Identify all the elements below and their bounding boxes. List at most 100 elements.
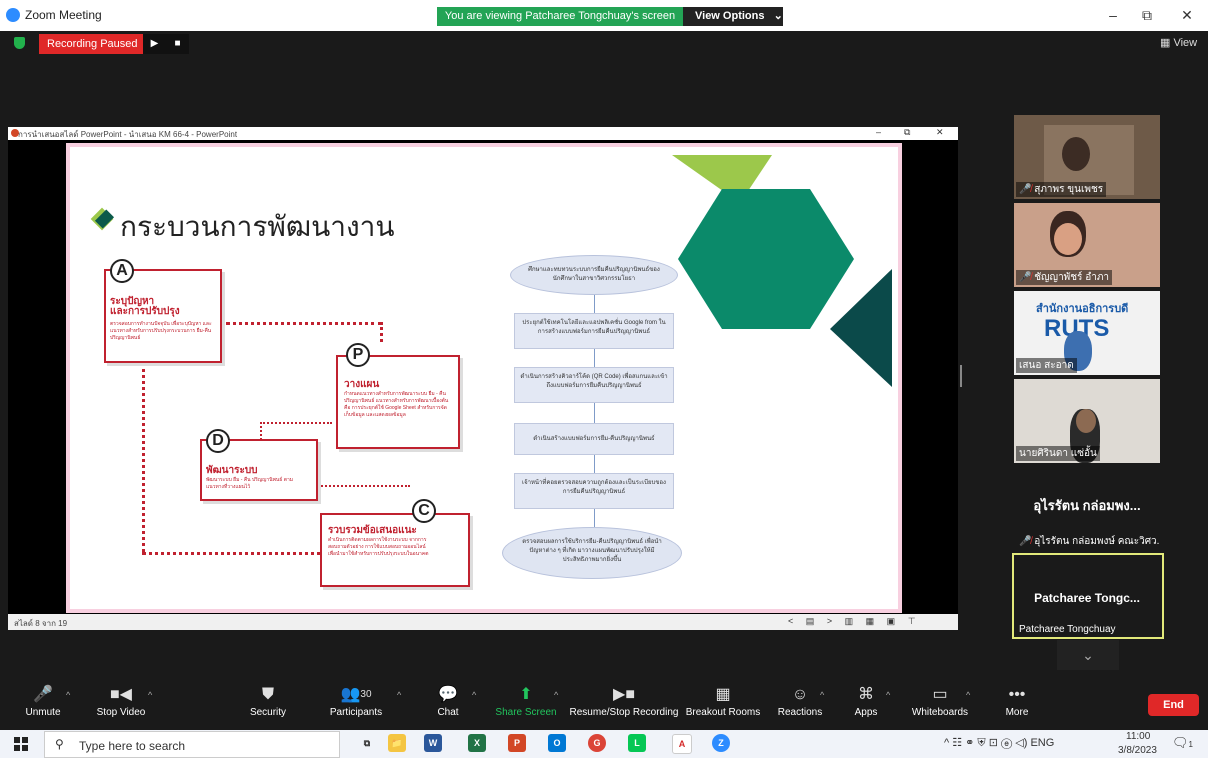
apps-icon: ⌘ [858, 686, 874, 703]
stop-video-button[interactable]: ■◀ Stop Video [90, 683, 152, 723]
resume-stop-recording-button[interactable]: ▶■ Resume/Stop Recording [568, 683, 680, 723]
step-head: ระบุปัญหา และการปรับปรุง [110, 296, 180, 317]
person-face [1054, 223, 1082, 255]
sorter-view-icon[interactable]: ▦ [866, 616, 875, 626]
active-speaker-tile[interactable]: Patcharee Tongc... Patcharee Tongchuay [1012, 553, 1164, 639]
view-options-button[interactable]: View Options ⌄ [683, 7, 783, 26]
recording-controls-icon: ▶■ [613, 686, 635, 703]
participant-count: 30 [360, 689, 372, 700]
participant-name: สุภาพร ขุนเพชร [1034, 184, 1104, 195]
step-body: กำหนดแนวทางสำหรับการพัฒนาระบบ ยืม - คืน … [344, 391, 449, 418]
participant-tile[interactable]: สำนักงานอธิการบดี RUTS เสนอ สะอาด [1014, 291, 1160, 375]
windows-start-icon[interactable] [14, 737, 28, 751]
stop-recording-button[interactable]: ■ [166, 34, 189, 54]
flow-arrow [594, 455, 595, 473]
powerpoint-taskbar-icon[interactable]: P [508, 734, 526, 752]
participant-tile[interactable]: 🎤̸ ชัญญาพัชร์ อำภา [1014, 203, 1160, 287]
reactions-caret-icon[interactable]: ^ [820, 690, 824, 700]
end-meeting-button[interactable]: End [1148, 694, 1199, 716]
close-button[interactable]: ✕ [1177, 6, 1197, 24]
participant-tile[interactable]: 🎤̸ สุภาพร ขุนเพชร [1014, 115, 1160, 199]
window-titlebar: Zoom Meeting You are viewing Patcharee T… [0, 0, 1208, 31]
participants-label: Participants [329, 707, 383, 718]
step-head: วางแผน [344, 379, 380, 390]
chat-caret-icon[interactable]: ^ [472, 690, 476, 700]
breakout-rooms-button[interactable]: ▦ Breakout Rooms [684, 683, 762, 723]
participants-caret-icon[interactable]: ^ [397, 690, 401, 700]
acrobat-icon[interactable]: A [672, 734, 692, 754]
unmute-button[interactable]: 🎤 Unmute [14, 683, 72, 723]
line-icon[interactable]: L [628, 734, 646, 752]
share-banner: You are viewing Patcharee Tongchuay's sc… [437, 7, 683, 26]
letter-d-icon: D [206, 429, 230, 453]
share-caret-icon[interactable]: ^ [554, 690, 558, 700]
resume-recording-button[interactable]: ▶ [143, 34, 166, 54]
window-title: Zoom Meeting [25, 8, 102, 22]
reactions-icon: ☺ [791, 686, 809, 703]
more-participants-chevron-icon[interactable]: ⌄ [1057, 640, 1119, 670]
whiteboards-label: Whiteboards [911, 707, 969, 718]
slide-menu-icon[interactable]: ▤ [806, 616, 815, 626]
ppt-close-button[interactable]: ✕ [936, 127, 944, 138]
apps-button[interactable]: ⌘ Apps [848, 683, 884, 723]
slideshow-icon[interactable]: ⊤ [908, 616, 916, 626]
participants-button[interactable]: 👥30 Participants [326, 683, 386, 723]
muted-mic-icon: 🎤 [33, 686, 53, 703]
word-icon[interactable]: W [424, 734, 442, 752]
prev-slide-icon[interactable]: < [788, 616, 793, 626]
system-tray[interactable]: ^ ☷ ⚭ ⛨ ⊡ ⓔ ◁) ENG [944, 736, 1054, 750]
flow-step: ดำเนินการสร้างคิวอาร์โค้ด (QR Code) เพื่… [514, 367, 674, 403]
file-explorer-icon[interactable]: 📁 [388, 734, 406, 752]
more-button[interactable]: ••• More [998, 683, 1036, 723]
video-camera-icon: ■◀ [110, 686, 132, 703]
security-label: Security [249, 707, 287, 718]
view-button[interactable]: ▦ View [1160, 36, 1197, 49]
flow-arrow [594, 349, 595, 367]
letter-a-icon: A [110, 259, 134, 283]
outlook-icon[interactable]: O [548, 734, 566, 752]
flow-step: เจ้าหน้าที่คอยตรวจสอบความถูกต้องและเป็นร… [514, 473, 674, 509]
reading-view-icon[interactable]: ▣ [887, 616, 896, 626]
next-slide-icon[interactable]: > [827, 616, 832, 626]
whiteboards-button[interactable]: ▭ Whiteboards [906, 683, 974, 723]
task-view-icon[interactable]: ⧉ [358, 734, 376, 752]
apps-caret-icon[interactable]: ^ [886, 690, 890, 700]
ppt-minimize-button[interactable]: – [876, 127, 881, 137]
panel-resize-handle[interactable] [960, 365, 962, 387]
stop-video-label: Stop Video [96, 707, 146, 718]
ppt-restore-button[interactable]: ⧉ [904, 127, 910, 138]
participant-display-name: อุไรรัตน กล่อมพง... [1033, 498, 1141, 513]
breakout-rooms-label: Breakout Rooms [685, 707, 761, 718]
teal-hexagon [678, 189, 854, 329]
connector [380, 322, 383, 342]
encryption-shield-icon[interactable] [14, 37, 25, 49]
ppt-nav-controls[interactable]: < ▤ > ▥ ▦ ▣ ⊤ [788, 616, 916, 627]
excel-icon[interactable]: X [468, 734, 486, 752]
step-card-a: ระบุปัญหา และการปรับปรุง ตรวจสอบการทำงาน… [104, 269, 222, 363]
flow-arrow [594, 509, 595, 527]
participant-tile[interactable]: นายศิรินดา แซ่อั้น [1014, 379, 1160, 463]
ppt-titlebar: การนำเสนอสไลด์ PowerPoint - นำเสนอ KM 66… [8, 127, 958, 140]
minimize-button[interactable]: – [1103, 6, 1123, 24]
connector [260, 422, 332, 424]
video-options-caret-icon[interactable]: ^ [148, 690, 152, 700]
zoom-taskbar-icon[interactable]: Z [712, 734, 730, 752]
reactions-button[interactable]: ☺ Reactions [774, 683, 826, 723]
flow-start-oval: ศึกษาและทบทวนระบบการยืมคืนปริญญานิพนธ์ขอ… [510, 255, 678, 295]
restore-button[interactable]: ⧉ [1137, 6, 1157, 24]
step-body: ดำเนินการติดตามผลการใช้งานระบบ จากการสอบ… [328, 537, 429, 557]
chrome-icon[interactable]: G [588, 734, 606, 752]
clock-time[interactable]: 11:00 [1126, 731, 1150, 742]
normal-view-icon[interactable]: ▥ [845, 616, 854, 626]
slide: กระบวนการพัฒนางาน ระบุปัญหา และการปรับปร… [66, 143, 902, 613]
audio-options-caret-icon[interactable]: ^ [66, 690, 70, 700]
participant-tile[interactable]: อุไรรัตน กล่อมพง... 🎤̸ อุไรรัตน กล่อมพงษ… [1014, 467, 1160, 551]
taskbar-search-input[interactable]: ⚲ Type here to search [44, 731, 340, 758]
security-button[interactable]: ⛊ Security [244, 683, 292, 723]
share-screen-button[interactable]: ⬆ Share Screen [494, 683, 558, 723]
chat-button[interactable]: 💬 Chat [428, 683, 468, 723]
resume-stop-recording-label: Resume/Stop Recording [569, 707, 679, 718]
notification-icon[interactable]: 🗨1 [1172, 735, 1193, 751]
whiteboards-caret-icon[interactable]: ^ [966, 690, 970, 700]
clock-date[interactable]: 3/8/2023 [1118, 745, 1157, 756]
